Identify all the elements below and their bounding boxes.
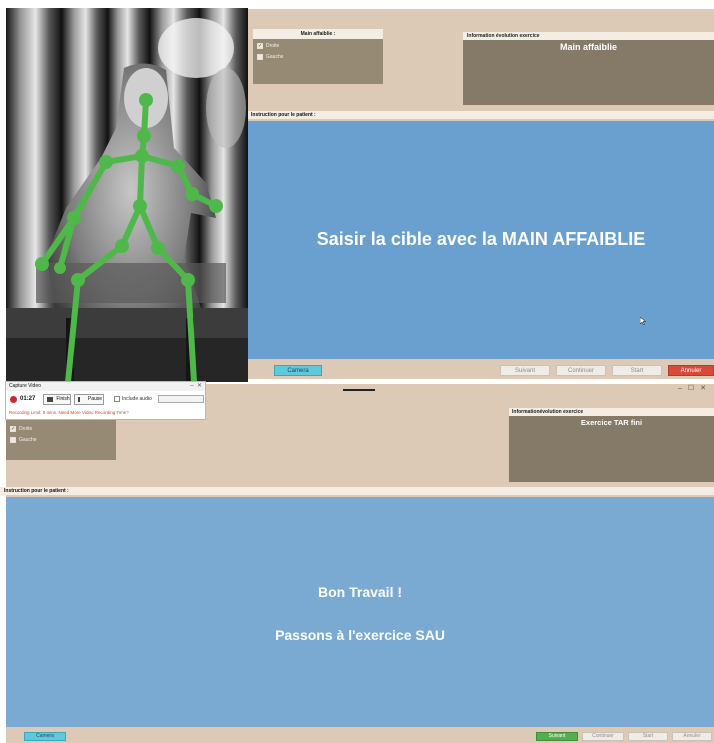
window-controls: –☐✕	[678, 384, 712, 392]
pause-button[interactable]: Pause	[74, 394, 104, 405]
checkbox-gauche-label: Gauche	[266, 53, 284, 60]
annuler-button[interactable]: Annuler	[668, 365, 714, 376]
checkbox-unchecked-icon	[10, 436, 16, 443]
checkbox-droite[interactable]: ✓ Droite	[253, 41, 383, 50]
recording-limit-link[interactable]: Recording Limit: 5 mins. Need More Video…	[6, 409, 205, 417]
pause-label: Pause	[87, 396, 103, 402]
annuler-button-2[interactable]: Annuler	[672, 732, 712, 741]
depth-image	[6, 8, 248, 382]
finish-button[interactable]: Finish	[43, 394, 71, 405]
weak-hand-panel-2: ✓ Droite Gauche	[6, 418, 116, 460]
checkbox-droite-2[interactable]: ✓ Droite	[6, 424, 116, 433]
recording-dot-icon	[10, 396, 17, 403]
recording-timer: 01:27	[20, 396, 36, 402]
close-icon[interactable]: ✕	[197, 383, 202, 389]
window-drag-handle[interactable]	[343, 389, 375, 391]
pause-icon	[78, 397, 80, 402]
suivant-button-2[interactable]: Suivant	[536, 732, 578, 741]
minimize-icon[interactable]: –	[678, 385, 688, 392]
bottom-toolbar-2: Camera Suivant Continuer Start Annuler	[6, 730, 714, 743]
checkbox-unchecked-icon	[114, 396, 120, 402]
checkbox-checked-icon: ✓	[257, 42, 263, 49]
checkbox-droite-label-2: Droite	[19, 425, 33, 432]
checkbox-unchecked-icon	[257, 53, 263, 60]
capture-controls-row: 01:27 Finish Pause Include audio	[6, 391, 205, 409]
start-button-2[interactable]: Start	[628, 732, 668, 741]
exercise-info-text: Main affaiblie	[559, 42, 617, 52]
exercise-info-title-2: Informationévolution exercice	[509, 408, 714, 416]
camera-button[interactable]: Camera	[274, 365, 322, 376]
start-button[interactable]: Start	[612, 365, 662, 376]
instruction-label: Instruction pour le patient :	[248, 111, 714, 119]
exercise-info-text-2: Exercice TAR fini	[580, 418, 643, 427]
instruction-area: Saisir la cible avec la MAIN AFFAIBLIE	[248, 121, 714, 359]
capture-window-controls: – ✕	[190, 382, 202, 391]
instruction-line-2: Passons à l'exercice SAU	[275, 627, 445, 643]
exercise-info-panel: Information évolution exercice Main affa…	[463, 32, 714, 105]
close-icon[interactable]: ✕	[700, 385, 712, 392]
exercise-info-title: Information évolution exercice	[463, 32, 714, 40]
checkbox-gauche-label-2: Gauche	[19, 436, 37, 443]
include-audio-checkbox[interactable]: Include audio	[114, 396, 152, 402]
weak-hand-title: Main affaiblie :	[253, 29, 383, 39]
mouse-cursor-icon	[640, 317, 646, 325]
finish-label: Finish	[56, 396, 70, 402]
include-audio-label: Include audio	[122, 396, 152, 402]
instruction-text: Saisir la cible avec la MAIN AFFAIBLIE	[316, 229, 646, 249]
continuer-button[interactable]: Continuer	[556, 365, 606, 376]
capture-title: Capture Video	[9, 383, 41, 389]
maximize-icon[interactable]: ☐	[688, 385, 700, 392]
exercise-info-panel-2: Informationévolution exercice Exercice T…	[509, 408, 714, 482]
top-app-window: Main affaiblie : ✓ Droite Gauche Informa…	[248, 9, 714, 379]
capture-titlebar[interactable]: Capture Video – ✕	[6, 382, 205, 391]
checkbox-gauche-2[interactable]: Gauche	[6, 435, 116, 444]
depth-camera-view	[6, 8, 248, 382]
capture-video-window: Capture Video – ✕ 01:27 Finish Pause Inc…	[5, 381, 206, 420]
suivant-button[interactable]: Suivant	[500, 365, 550, 376]
bottom-toolbar: Camera Suivant Continuer Start Annuler	[248, 361, 714, 379]
minimize-icon[interactable]: –	[190, 383, 193, 389]
weak-hand-panel: Main affaiblie : ✓ Droite Gauche	[253, 29, 383, 84]
instruction-line-1: Bon Travail !	[317, 584, 403, 600]
instruction-area-2: Bon Travail ! Passons à l'exercice SAU	[6, 497, 714, 727]
checkbox-checked-icon: ✓	[10, 425, 16, 432]
stop-icon	[47, 397, 53, 402]
instruction-label-2: Instruction pour le patient :	[0, 487, 714, 495]
checkbox-droite-label: Droite	[266, 42, 280, 49]
bottom-app-window: –☐✕ ✓ Droite Gauche Informationévolution…	[0, 384, 714, 743]
continuer-button-2[interactable]: Continuer	[582, 732, 624, 741]
camera-button-2[interactable]: Camera	[24, 732, 66, 741]
audio-device-select[interactable]	[158, 395, 204, 403]
checkbox-gauche[interactable]: Gauche	[253, 52, 383, 61]
